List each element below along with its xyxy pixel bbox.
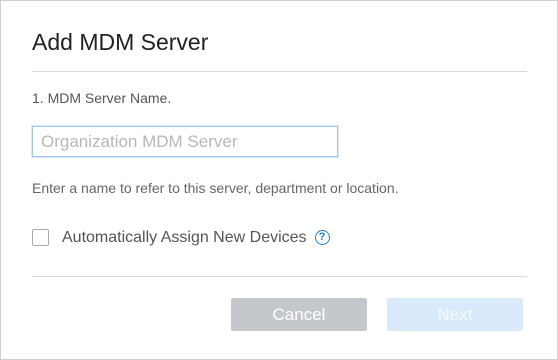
- dialog-title: Add MDM Server: [32, 29, 209, 55]
- server-name-hint: Enter a name to refer to this server, de…: [32, 180, 399, 196]
- server-name-input[interactable]: [32, 126, 338, 157]
- auto-assign-checkbox[interactable]: [32, 229, 49, 246]
- auto-assign-label[interactable]: Automatically Assign New Devices: [62, 228, 307, 247]
- add-mdm-server-dialog: Add MDM Server 1. MDM Server Name. Enter…: [0, 0, 558, 360]
- step-label: 1. MDM Server Name.: [32, 90, 172, 106]
- cancel-button[interactable]: Cancel: [231, 298, 367, 331]
- next-button[interactable]: Next: [387, 298, 523, 331]
- auto-assign-row: Automatically Assign New Devices ?: [32, 228, 330, 247]
- help-icon[interactable]: ?: [314, 230, 330, 245]
- footer-divider: [32, 276, 527, 277]
- header-divider: [32, 71, 527, 72]
